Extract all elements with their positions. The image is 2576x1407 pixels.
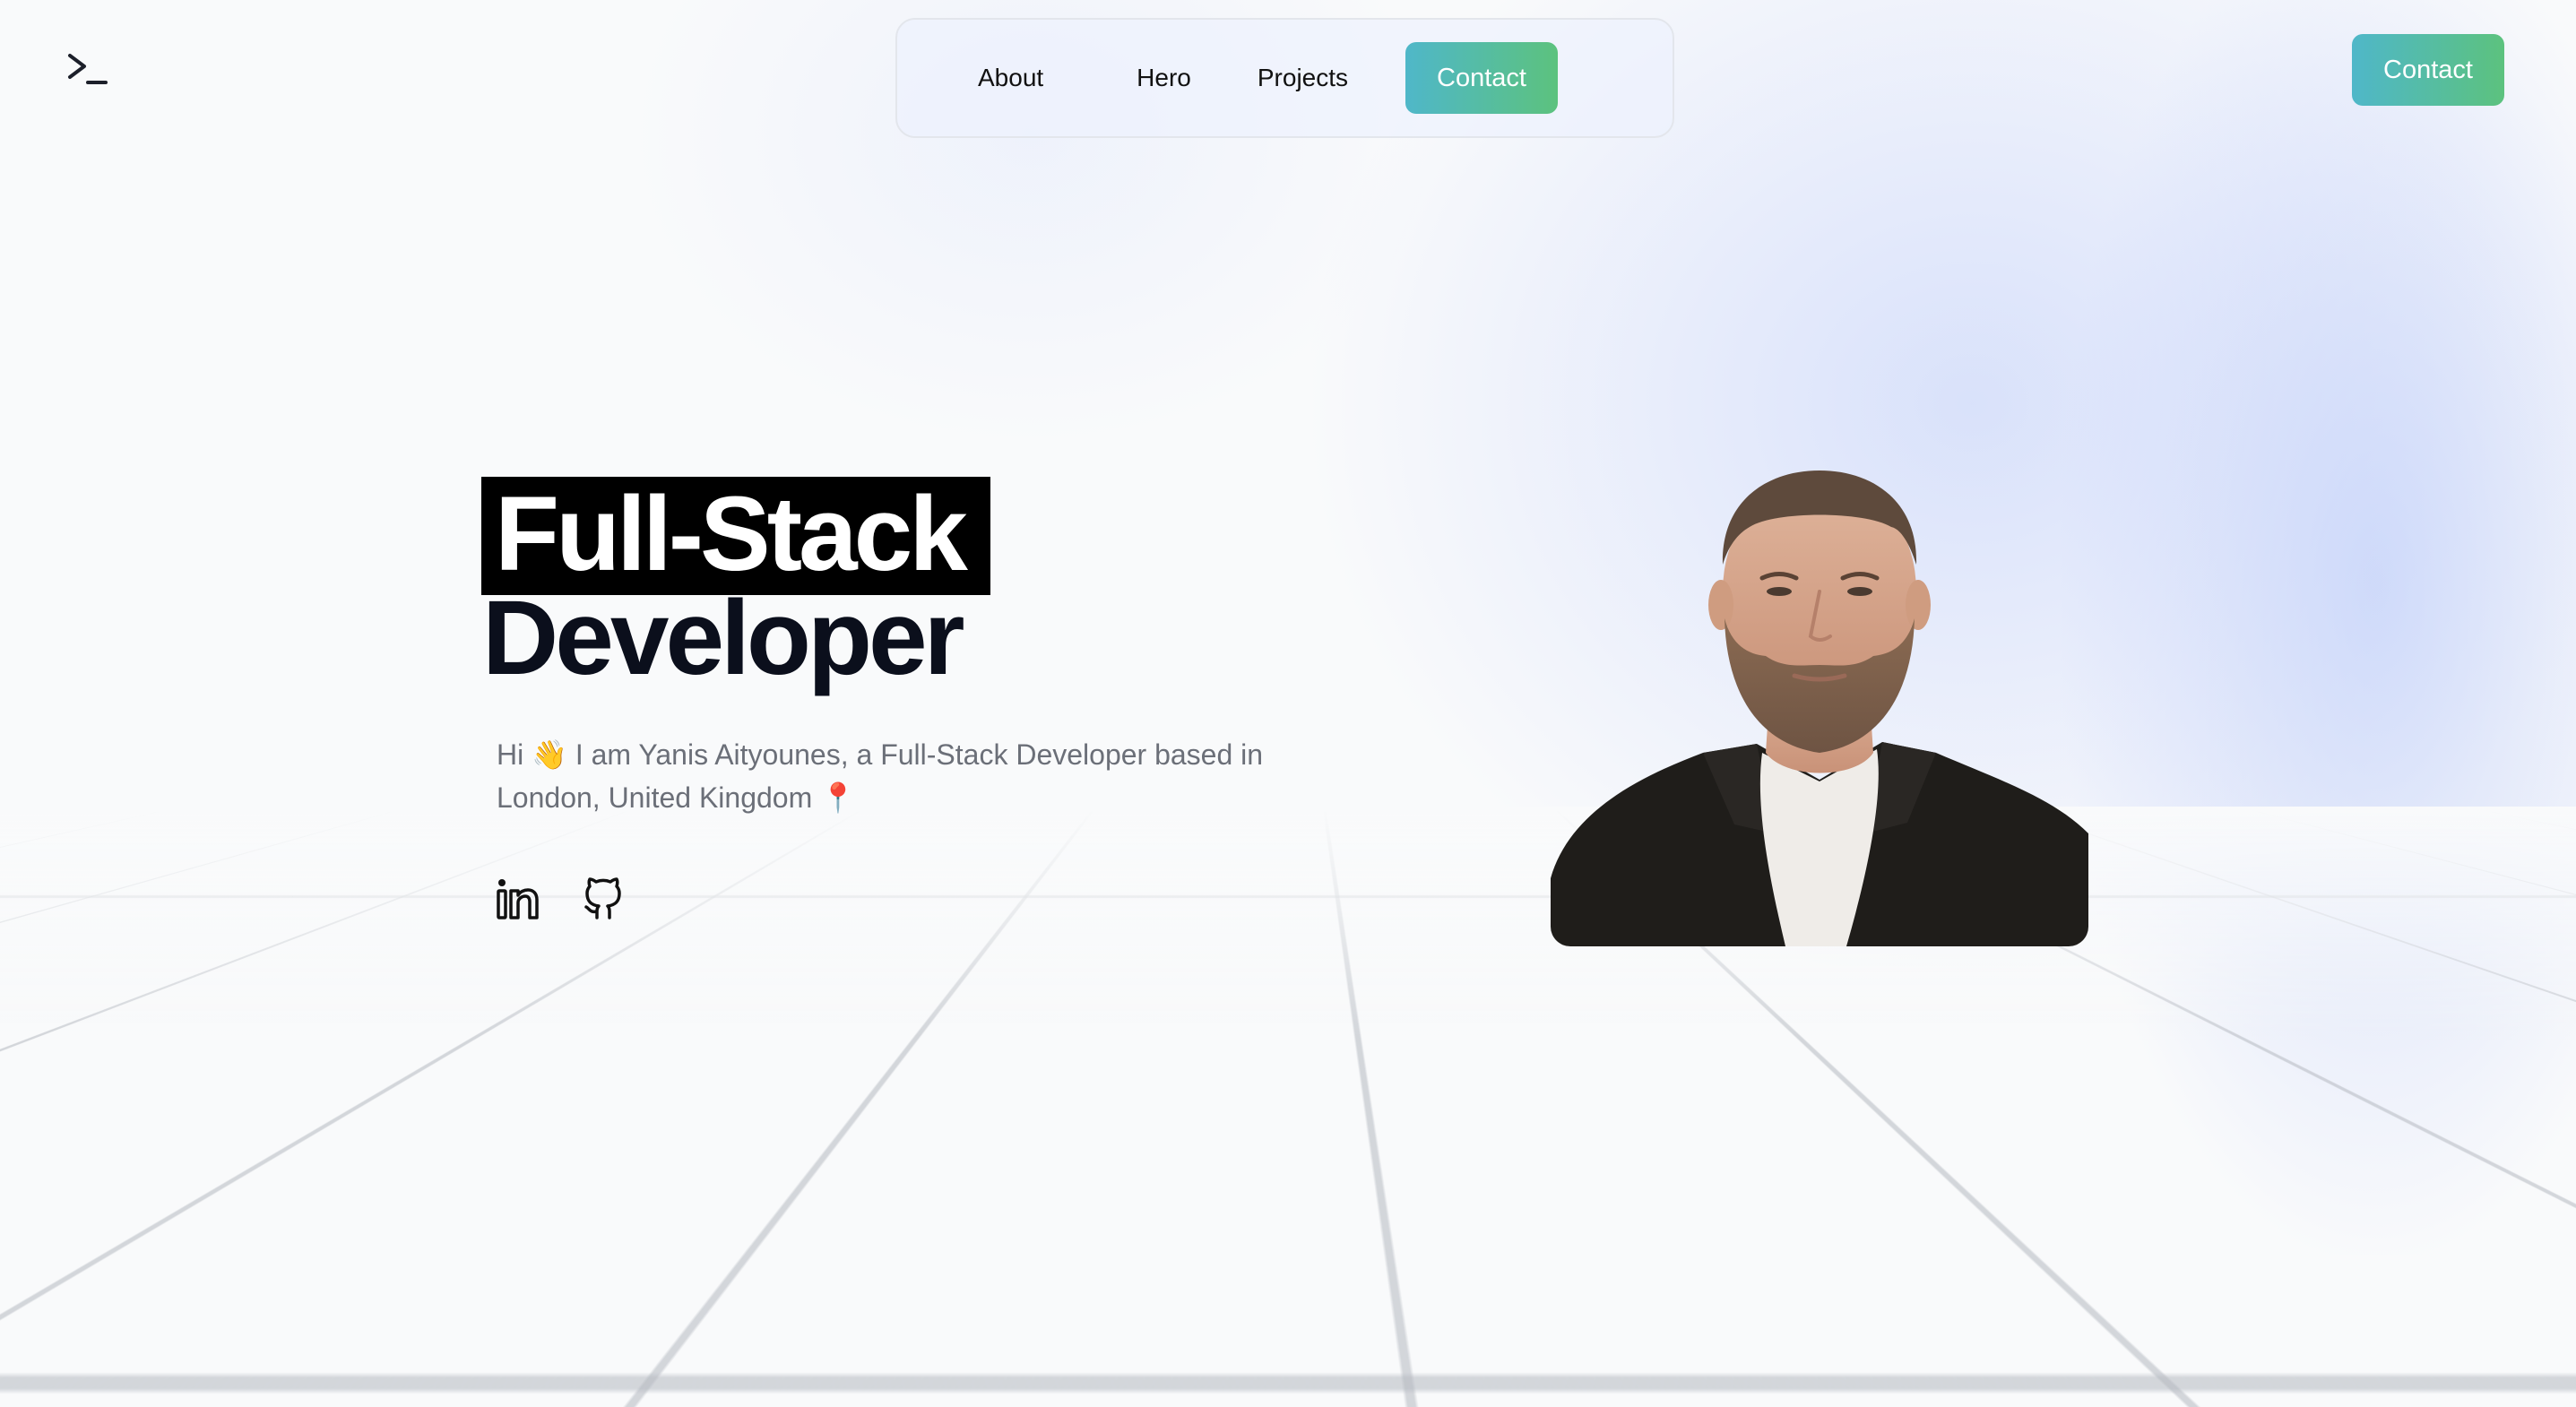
nav-link-hero[interactable]: Hero <box>1137 64 1191 92</box>
nav-link-projects[interactable]: Projects <box>1258 64 1348 92</box>
page: About Hero Projects Contact Contact Full… <box>0 0 2576 1407</box>
nav-link-about[interactable]: About <box>978 64 1043 92</box>
grid-fade <box>0 807 2576 1040</box>
terminal-prompt-icon[interactable] <box>66 52 111 88</box>
nav-contact-button[interactable]: Contact <box>1405 42 1559 114</box>
linkedin-icon[interactable] <box>495 876 540 921</box>
github-icon[interactable] <box>581 876 626 921</box>
header-contact-button[interactable]: Contact <box>2352 34 2504 106</box>
hero-title-line-2: Developer <box>482 579 965 697</box>
main-nav: About Hero Projects Contact <box>895 18 1674 138</box>
hero-intro: Hi 👋 I am Yanis Aityounes, a Full-Stack … <box>497 738 1264 814</box>
profile-photo <box>1551 470 2088 946</box>
